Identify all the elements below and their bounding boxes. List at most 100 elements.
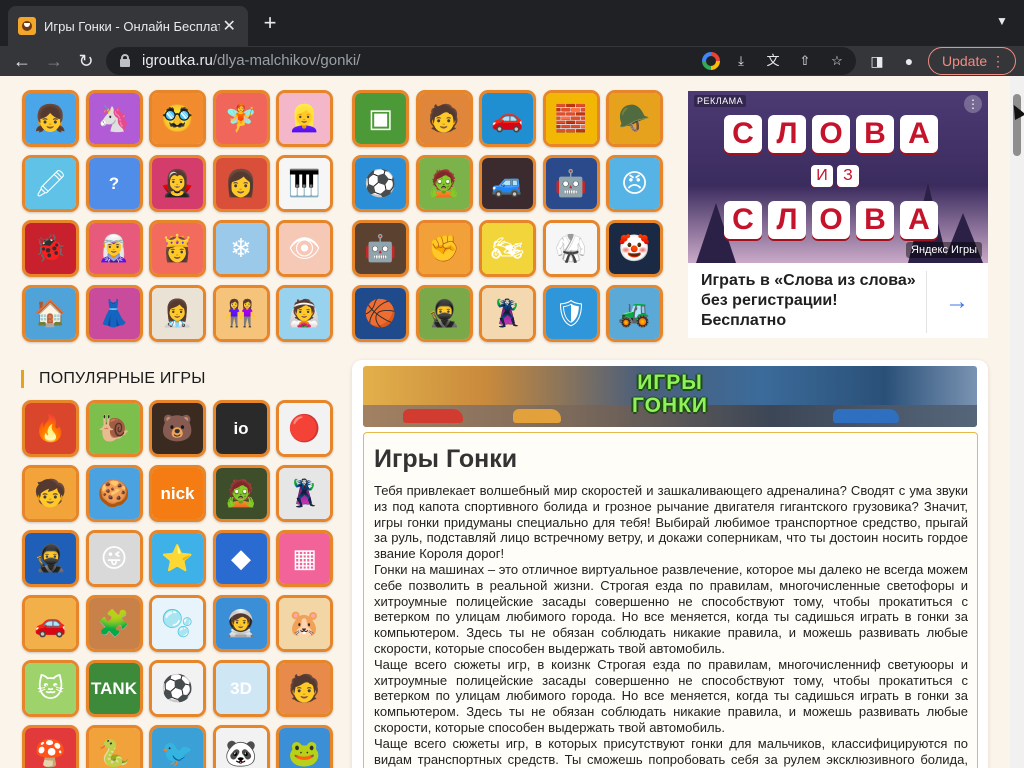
game-tile[interactable]: 🐼 (212, 725, 270, 768)
sidebar-icon[interactable]: ◨ (866, 50, 888, 72)
reload-icon[interactable]: ↻ (74, 49, 98, 73)
game-tile[interactable]: 👧 (22, 90, 79, 147)
game-tile[interactable]: 🥸 (149, 90, 206, 147)
game-tile[interactable]: 🐻 (149, 400, 206, 457)
advertisement[interactable]: РЕКЛАМА ⋮ СЛОВА ИЗ СЛОВА Яндекс Игры Игр… (688, 91, 988, 338)
game-tile[interactable]: 👩 (212, 155, 270, 212)
game-thumbnail-glyph: 🤖 (364, 233, 397, 264)
game-tile[interactable]: 🚙 (479, 155, 536, 212)
game-tile[interactable]: 🫧 (149, 595, 206, 652)
game-tile[interactable]: 🥋 (542, 220, 600, 277)
game-tile[interactable]: 🧛‍♀️ (149, 155, 206, 212)
game-tile[interactable]: ⭐ (149, 530, 206, 587)
game-tile[interactable]: 🧒 (22, 465, 79, 522)
new-tab-button[interactable]: + (258, 12, 282, 36)
game-tile[interactable]: 3D (212, 660, 270, 717)
google-icon[interactable] (702, 52, 720, 70)
game-tile[interactable]: 🐍 (85, 725, 143, 768)
address-bar[interactable]: igroutka.ru/dlya-malchikov/gonki/ ⤓ 文 ⇧ … (106, 47, 856, 75)
game-tile[interactable]: 🧩 (85, 595, 143, 652)
game-tile[interactable]: 🧟 (415, 155, 473, 212)
game-tile[interactable]: 🏠 (22, 285, 79, 342)
game-tile[interactable]: 🍄 (22, 725, 79, 768)
game-tile[interactable]: 🤡 (606, 220, 663, 277)
game-tile[interactable]: 🛡 (542, 285, 600, 342)
url-text[interactable]: igroutka.ru/dlya-malchikov/gonki/ (142, 52, 360, 69)
game-tile[interactable]: 🔴 (276, 400, 333, 457)
game-tile[interactable]: 😠 (606, 155, 663, 212)
game-tile[interactable]: 🧝‍♀️ (85, 220, 143, 277)
game-tile[interactable]: ✊ (415, 220, 473, 277)
game-tile[interactable]: 🐸 (276, 725, 333, 768)
game-tile[interactable]: 👗 (85, 285, 143, 342)
install-icon[interactable]: ⤓ (732, 52, 750, 70)
game-tile[interactable]: 🧑 (415, 90, 473, 147)
game-tile[interactable]: 🐹 (276, 595, 333, 652)
game-tile[interactable]: 🤖 (352, 220, 409, 277)
game-tile[interactable]: 🚗 (479, 90, 536, 147)
game-tile[interactable]: 🦄 (85, 90, 143, 147)
game-tile[interactable]: 🧑 (276, 660, 333, 717)
game-tile[interactable]: 🏍 (479, 220, 536, 277)
ad-more-icon[interactable]: ⋮ (964, 95, 982, 113)
chevron-down-icon[interactable]: ▼ (994, 14, 1010, 30)
back-arrow-icon[interactable]: ← (10, 49, 34, 73)
game-tile[interactable]: 🧟 (212, 465, 270, 522)
game-tile[interactable]: 🧚 (212, 90, 270, 147)
game-tile[interactable]: ◆ (212, 530, 270, 587)
game-tile[interactable]: 🖍 (22, 155, 79, 212)
game-tile[interactable]: 🤖 (542, 155, 600, 212)
lock-icon[interactable] (120, 54, 130, 67)
game-tile[interactable]: 👩‍⚕️ (149, 285, 206, 342)
game-tile[interactable]: 🚗 (22, 595, 79, 652)
game-thumbnail-icon: 👩 (215, 158, 267, 209)
game-tile[interactable]: TANK (85, 660, 143, 717)
game-tile[interactable]: 🥷 (22, 530, 79, 587)
game-tile[interactable]: 🐱 (22, 660, 79, 717)
game-thumbnail-icon: 🏀 (355, 288, 406, 339)
game-tile[interactable]: 🧱 (542, 90, 600, 147)
ad-headline[interactable]: Играть в «Слова из слова» без регистраци… (701, 271, 916, 331)
translate-icon[interactable]: 文 (764, 52, 782, 70)
game-tile[interactable]: 🐦 (149, 725, 206, 768)
arrow-right-icon[interactable]: → (940, 287, 974, 317)
game-tile[interactable]: 🥷 (415, 285, 473, 342)
game-tile[interactable]: 👱‍♀️ (276, 90, 333, 147)
close-icon[interactable]: ✕ (220, 16, 238, 36)
game-tile[interactable]: 🐞 (22, 220, 79, 277)
game-tile[interactable]: 🚜 (606, 285, 663, 342)
game-tile[interactable]: 🦹 (276, 465, 333, 522)
profile-icon[interactable]: ● (898, 50, 920, 72)
game-tile[interactable]: 🔥 (22, 400, 79, 457)
game-tile[interactable]: 👁 (276, 220, 333, 277)
game-tile[interactable]: ⚽ (352, 155, 409, 212)
game-thumbnail-glyph: 🐼 (224, 738, 258, 768)
share-icon[interactable]: ⇧ (796, 52, 814, 70)
ad-image[interactable]: РЕКЛАМА ⋮ СЛОВА ИЗ СЛОВА Яндекс Игры (688, 91, 988, 263)
game-tile[interactable]: 🐌 (85, 400, 143, 457)
forward-arrow-icon[interactable]: → (42, 49, 66, 73)
game-tile[interactable]: 🦹 (479, 285, 536, 342)
game-tile[interactable]: 🪖 (606, 90, 663, 147)
game-tile[interactable]: 👰 (276, 285, 333, 342)
page-scrollbar[interactable] (1010, 76, 1024, 768)
game-tile[interactable]: ▣ (352, 90, 409, 147)
game-tile[interactable]: ⚽ (149, 660, 206, 717)
game-tile[interactable]: 😜 (85, 530, 143, 587)
game-tile[interactable]: 🎹 (276, 155, 333, 212)
game-tile[interactable]: io (212, 400, 270, 457)
game-thumbnail-glyph: 🚜 (618, 298, 651, 329)
game-tile[interactable]: 🧑‍🚀 (212, 595, 270, 652)
game-tile[interactable]: nick (149, 465, 206, 522)
update-button[interactable]: Update ⋮ (928, 47, 1016, 75)
game-tile[interactable]: 👭 (212, 285, 270, 342)
game-tile[interactable]: 🏀 (352, 285, 409, 342)
game-tile[interactable]: 👸 (149, 220, 206, 277)
menu-dots-icon[interactable]: ⋮ (991, 48, 1005, 74)
game-tile[interactable]: ? (85, 155, 143, 212)
game-tile[interactable]: ▦ (276, 530, 333, 587)
game-tile[interactable]: 🍪 (85, 465, 143, 522)
browser-tab[interactable]: Игры Гонки - Онлайн Бесплатно ✕ (8, 6, 248, 46)
star-icon[interactable]: ☆ (828, 52, 846, 70)
game-tile[interactable]: ❄ (212, 220, 270, 277)
